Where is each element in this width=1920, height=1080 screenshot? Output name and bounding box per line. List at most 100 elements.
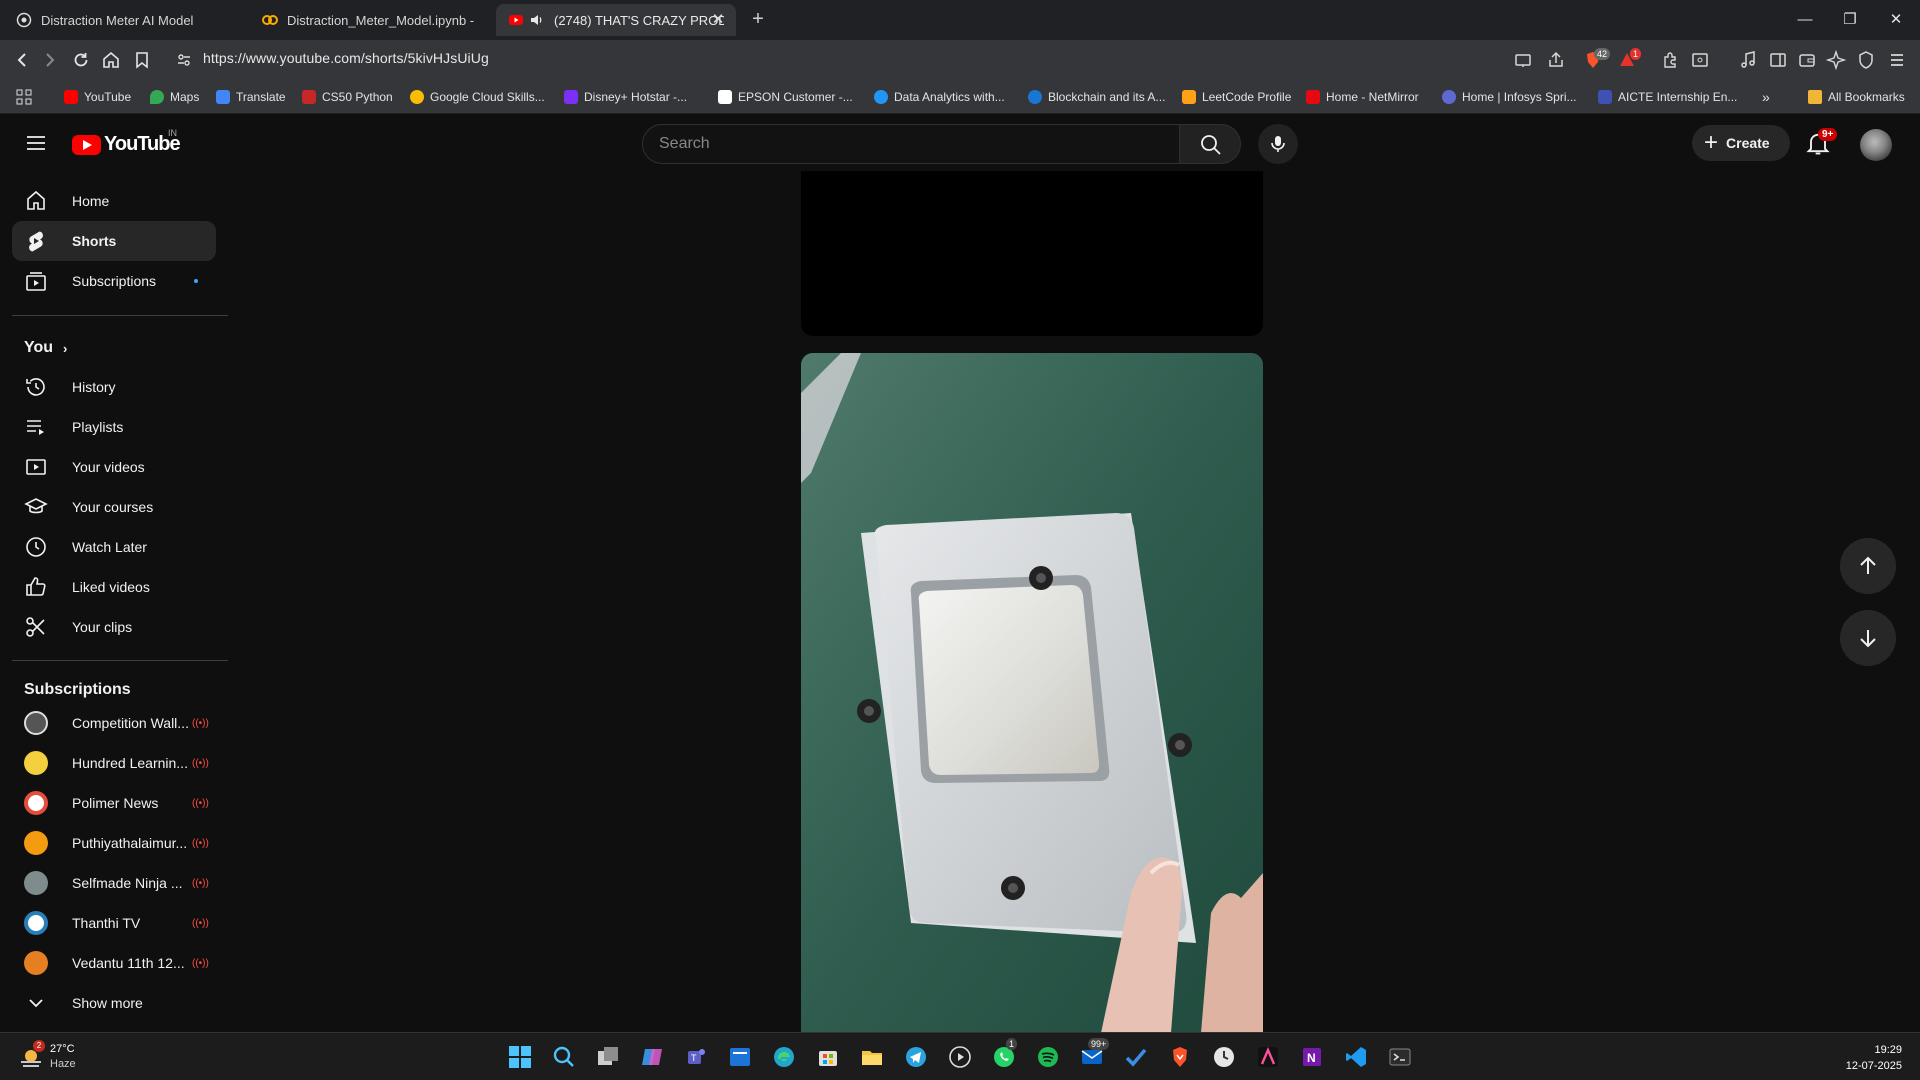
- widgets-icon[interactable]: [728, 1045, 752, 1069]
- media-player-icon[interactable]: [948, 1045, 972, 1069]
- folder-icon: [1808, 90, 1822, 104]
- cast-icon[interactable]: [1513, 50, 1533, 70]
- onenote-icon[interactable]: N: [1300, 1045, 1324, 1069]
- subscription-channel[interactable]: Selfmade Ninja ... ((•)): [12, 863, 216, 903]
- windows-start-icon[interactable]: [508, 1045, 532, 1069]
- youtube-favicon-icon: [509, 15, 523, 25]
- shorts-video-player[interactable]: [801, 353, 1263, 1033]
- search-taskbar-icon[interactable]: [552, 1045, 576, 1069]
- sidebar-item-your-courses[interactable]: Your courses: [12, 487, 216, 527]
- weather-widget[interactable]: 2 27°C Haze: [18, 1040, 118, 1075]
- restore-icon[interactable]: ❐: [1840, 10, 1860, 30]
- youtube-logo[interactable]: YouTube: [72, 133, 181, 156]
- sidebar-item-your-videos[interactable]: Your videos: [12, 447, 216, 487]
- minimize-icon[interactable]: —: [1795, 10, 1815, 30]
- bookmark-hotstar[interactable]: Disney+ Hotstar -...: [564, 88, 687, 106]
- bookmark-blockchain[interactable]: Blockchain and its A...: [1028, 88, 1165, 106]
- file-explorer-icon[interactable]: [860, 1045, 884, 1069]
- you-section-header[interactable]: You ›: [24, 339, 67, 357]
- page-scrollbar[interactable]: [1912, 171, 1920, 991]
- todo-icon[interactable]: [1124, 1045, 1148, 1069]
- voice-search-button[interactable]: [1258, 124, 1298, 164]
- apps-grid-icon[interactable]: [16, 89, 32, 105]
- sidebar-item-watch-later[interactable]: Watch Later: [12, 527, 216, 567]
- url-text[interactable]: https://www.youtube.com/shorts/5kivHJsUi…: [203, 50, 489, 66]
- next-short-button[interactable]: [1840, 610, 1896, 666]
- close-tab-icon[interactable]: ✕: [710, 12, 726, 28]
- bookmark-infosys[interactable]: Home | Infosys Spri...: [1442, 88, 1577, 106]
- tab-distraction-meter[interactable]: Distraction Meter AI Model: [4, 4, 244, 36]
- wallet-icon[interactable]: [1797, 50, 1817, 70]
- history-icon: [26, 378, 45, 396]
- brave-browser-icon[interactable]: [1168, 1045, 1192, 1069]
- nptel-icon: [1028, 90, 1042, 104]
- bookmark-google-cloud[interactable]: Google Cloud Skills...: [410, 88, 545, 106]
- site-settings-icon[interactable]: [176, 52, 192, 68]
- home-browser-icon[interactable]: [101, 50, 121, 70]
- bookmark-netmirror[interactable]: Home - NetMirror: [1306, 88, 1419, 106]
- search-input[interactable]: [659, 125, 1159, 163]
- all-bookmarks[interactable]: All Bookmarks: [1808, 88, 1905, 106]
- bookmark-youtube[interactable]: YouTube: [64, 88, 131, 106]
- reader-icon[interactable]: [1690, 50, 1710, 70]
- new-tab-button[interactable]: +: [748, 9, 768, 30]
- reload-icon[interactable]: [71, 50, 91, 70]
- bookmark-data-analytics[interactable]: Data Analytics with...: [874, 88, 1005, 106]
- back-icon[interactable]: [12, 50, 32, 70]
- guide-menu-icon[interactable]: [24, 131, 48, 155]
- menu-icon[interactable]: [1887, 50, 1907, 70]
- previous-short-player[interactable]: [801, 171, 1263, 336]
- share-icon[interactable]: [1546, 50, 1566, 70]
- vscode-icon[interactable]: [1344, 1045, 1368, 1069]
- sidebar-item-home[interactable]: Home: [12, 181, 216, 221]
- bookmark-epson[interactable]: EPSON Customer -...: [718, 88, 853, 106]
- task-view-icon[interactable]: [596, 1045, 620, 1069]
- media-music-icon[interactable]: [1738, 50, 1758, 70]
- teams-icon[interactable]: T: [684, 1045, 708, 1069]
- bookmark-translate[interactable]: Translate: [216, 88, 286, 106]
- create-button[interactable]: + Create: [1692, 125, 1790, 161]
- affinity-icon[interactable]: [1256, 1045, 1280, 1069]
- previous-short-button[interactable]: [1840, 538, 1896, 594]
- leo-ai-icon[interactable]: [1826, 50, 1846, 70]
- bookmark-icon[interactable]: [132, 50, 152, 70]
- subscription-channel[interactable]: Thanthi TV ((•)): [12, 903, 216, 943]
- sidebar-item-shorts[interactable]: Shorts: [12, 221, 216, 261]
- extensions-icon[interactable]: [1660, 50, 1680, 70]
- subscription-channel[interactable]: Vedantu 11th 12... ((•)): [12, 943, 216, 983]
- bookmark-leetcode[interactable]: LeetCode Profile: [1182, 88, 1291, 106]
- clock-date: 12-07-2025: [1845, 1060, 1902, 1072]
- vpn-icon[interactable]: [1856, 50, 1876, 70]
- subscription-channel[interactable]: Competition Wall... ((•)): [12, 703, 216, 743]
- close-window-icon[interactable]: ✕: [1886, 10, 1906, 30]
- bookmark-maps[interactable]: Maps: [150, 88, 199, 106]
- sidebar-item-playlists[interactable]: Playlists: [12, 407, 216, 447]
- subscription-channel[interactable]: Hundred Learnin... ((•)): [12, 743, 216, 783]
- forward-icon[interactable]: [40, 50, 60, 70]
- tab-colab-notebook[interactable]: Distraction_Meter_Model.ipynb - Col: [250, 4, 490, 36]
- sidebar-item-subscriptions[interactable]: Subscriptions: [12, 261, 216, 301]
- nptel-icon: [874, 90, 888, 104]
- user-avatar[interactable]: [1860, 129, 1892, 161]
- edge-icon[interactable]: [772, 1045, 796, 1069]
- bookmark-aicte[interactable]: AICTE Internship En...: [1598, 88, 1737, 106]
- search-button[interactable]: [1179, 124, 1241, 164]
- audio-playing-icon[interactable]: [529, 12, 545, 28]
- tab-youtube-shorts[interactable]: (2748) THAT'S CRAZY PRODU ✕: [496, 4, 736, 36]
- system-clock[interactable]: 19:29 12-07-2025: [1846, 1042, 1902, 1074]
- sidebar-item-liked-videos[interactable]: Liked videos: [12, 567, 216, 607]
- subscription-channel[interactable]: Polimer News ((•)): [12, 783, 216, 823]
- clock-app-icon[interactable]: [1212, 1045, 1236, 1069]
- sidebar-item-history[interactable]: History: [12, 367, 216, 407]
- sidebar-item-your-clips[interactable]: Your clips: [12, 607, 216, 647]
- telegram-icon[interactable]: [904, 1045, 928, 1069]
- bookmarks-overflow-icon[interactable]: »: [1762, 88, 1770, 106]
- sidebar-toggle-icon[interactable]: [1768, 50, 1788, 70]
- show-more-button[interactable]: Show more: [12, 983, 216, 1023]
- subscription-channel[interactable]: Puthiyathalaimur... ((•)): [12, 823, 216, 863]
- terminal-icon[interactable]: [1388, 1045, 1412, 1069]
- bookmark-cs50[interactable]: CS50 Python: [302, 88, 393, 106]
- microsoft-store-icon[interactable]: [816, 1045, 840, 1069]
- copilot-icon[interactable]: [640, 1045, 664, 1069]
- spotify-icon[interactable]: [1036, 1045, 1060, 1069]
